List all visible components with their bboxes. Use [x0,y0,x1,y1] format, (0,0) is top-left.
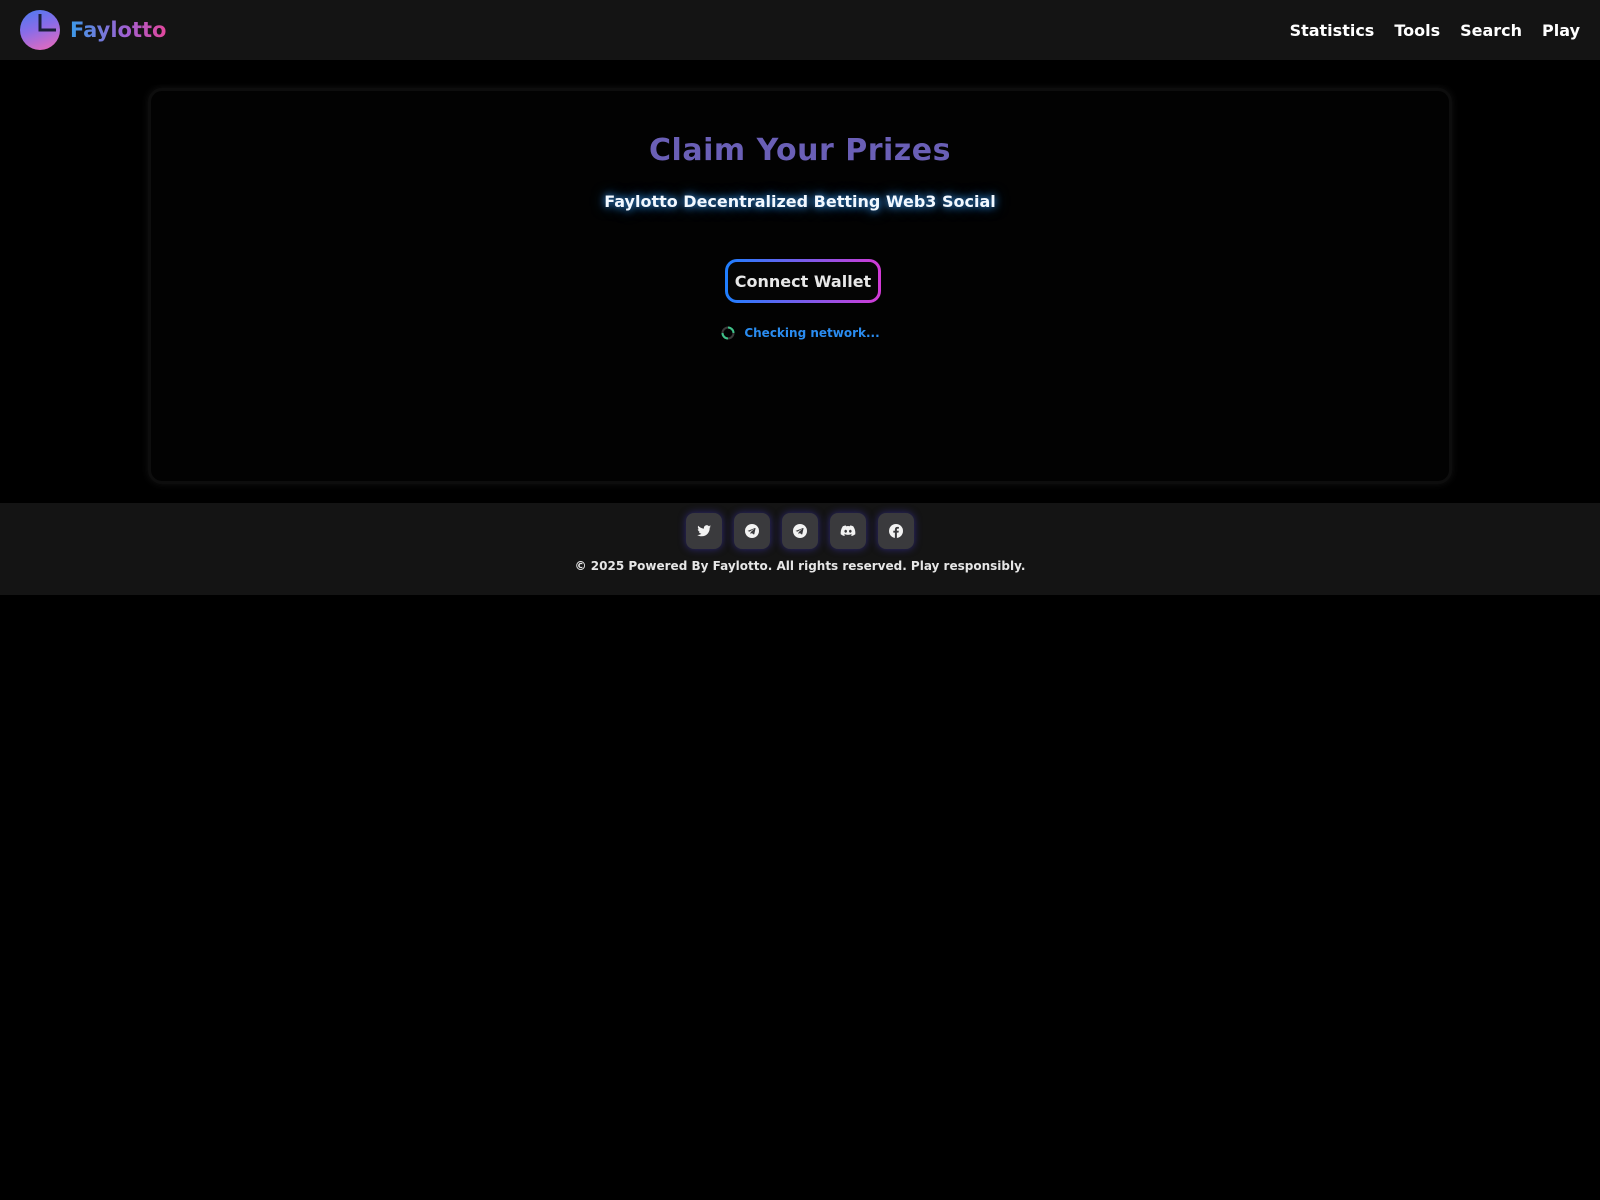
telegram-link[interactable] [734,513,770,549]
logo-icon [20,10,60,50]
main-nav: Statistics Tools Search Play [1290,21,1580,40]
page-subtitle: Faylotto Decentralized Betting Web3 Soci… [604,192,996,211]
top-navbar: Faylotto Statistics Tools Search Play [0,0,1600,60]
nav-tools[interactable]: Tools [1394,21,1440,40]
discord-link[interactable] [830,513,866,549]
facebook-icon [889,524,903,538]
spinner-icon [720,325,736,341]
footer: © 2025 Powered By Faylotto. All rights r… [0,503,1600,595]
social-links [0,513,1600,549]
brand[interactable]: Faylotto [20,10,166,50]
connect-wallet-button-border[interactable]: Connect Wallet [725,259,881,303]
page-title: Claim Your Prizes [649,133,951,168]
status-text: Checking network... [744,326,880,340]
twitter-link[interactable] [686,513,722,549]
nav-search[interactable]: Search [1460,21,1522,40]
discord-icon [840,525,856,536]
connect-wallet-button[interactable]: Connect Wallet [728,262,878,300]
network-status: Checking network... [151,325,1449,341]
nav-play[interactable]: Play [1542,21,1580,40]
brand-name: Faylotto [70,18,167,42]
facebook-link[interactable] [878,513,914,549]
telegram-icon [793,524,807,538]
telegram-icon [745,524,759,538]
twitter-icon [697,525,711,537]
telegram-link-2[interactable] [782,513,818,549]
claim-card: Claim Your Prizes Faylotto Decentralized… [148,88,1452,484]
copyright-text: © 2025 Powered By Faylotto. All rights r… [574,559,1026,573]
nav-statistics[interactable]: Statistics [1290,21,1375,40]
